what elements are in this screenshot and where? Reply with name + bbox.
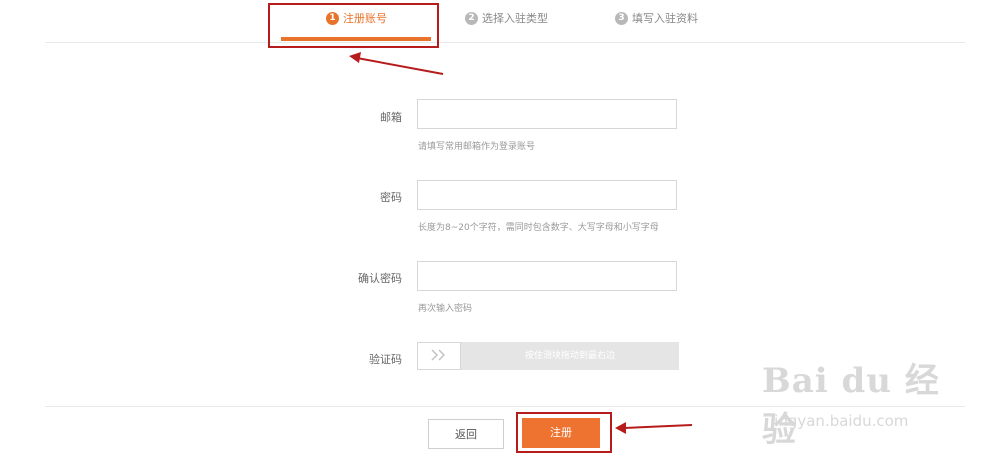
- annotation-arrow-submit: [615, 422, 693, 434]
- password-field[interactable]: [417, 180, 677, 210]
- step-label: 填写入驻资料: [632, 12, 698, 25]
- annotation-box-submit: [516, 412, 612, 453]
- password-hint: 长度为8~20个字符，需同时包含数字、大写字母和小写字母: [418, 223, 659, 233]
- double-chevron-right-icon: [429, 347, 449, 366]
- back-button[interactable]: 返回: [428, 419, 504, 449]
- captcha-slider[interactable]: 按住滑块拖动到最右边: [417, 342, 679, 370]
- confirm-password-hint: 再次输入密码: [418, 304, 473, 314]
- annotation-box-step: [268, 3, 439, 48]
- step-select-type: 2 选择入驻类型: [465, 10, 548, 26]
- confirm-password-field[interactable]: [417, 261, 677, 291]
- email-label: 邮箱: [380, 111, 402, 124]
- email-field[interactable]: [417, 99, 677, 129]
- watermark-logo: Bai du 经验: [762, 361, 940, 450]
- confirm-password-label: 确认密码: [358, 272, 402, 285]
- step-number-2: 2: [465, 11, 478, 25]
- annotation-arrow-step: [349, 52, 444, 75]
- divider: [45, 42, 965, 43]
- email-hint: 请填写常用邮箱作为登录账号: [418, 142, 536, 152]
- password-label: 密码: [380, 191, 402, 204]
- step-indicator: 1 注册账号 2 选择入驻类型 3 填写入驻资料: [0, 0, 1000, 42]
- slider-handle[interactable]: [417, 342, 461, 370]
- baidu-jingyan-watermark: Bai du 经验 jingyan.baidu.com: [762, 353, 962, 450]
- captcha-label: 验证码: [369, 353, 402, 366]
- watermark-url: jingyan.baidu.com: [770, 412, 909, 430]
- slider-instruction: 按住滑块拖动到最右边: [524, 351, 615, 361]
- step-fill-info: 3 填写入驻资料: [615, 10, 698, 26]
- step-number-3: 3: [615, 11, 628, 25]
- step-label: 选择入驻类型: [482, 12, 548, 25]
